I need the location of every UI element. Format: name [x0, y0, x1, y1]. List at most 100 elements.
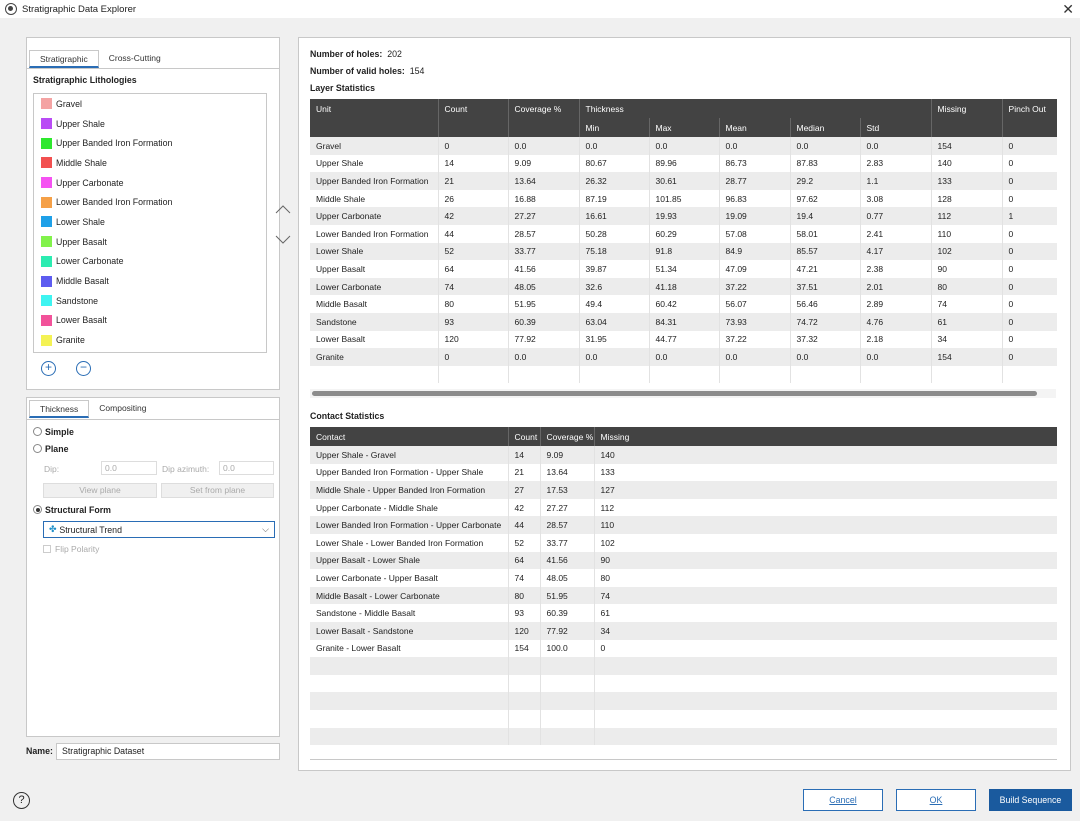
col-median[interactable]: Median [790, 118, 861, 137]
col-mean[interactable]: Mean [719, 118, 791, 137]
tab-stratigraphic[interactable]: Stratigraphic [29, 50, 99, 68]
table-row[interactable]: Upper Basalt - Lower Shale 64 41.56 90 [310, 551, 1057, 570]
plane-option[interactable]: Plane [27, 440, 68, 457]
table-row[interactable]: Sandstone - Middle Basalt 93 60.39 61 [310, 604, 1057, 622]
col-max[interactable]: Max [649, 118, 720, 137]
ok-button[interactable]: OK [896, 789, 976, 811]
col-thickness[interactable]: Thickness [579, 99, 932, 118]
tab-cross-cutting[interactable]: Cross-Cutting [99, 50, 171, 68]
structural-form-radio[interactable] [33, 505, 42, 514]
table-row[interactable]: Upper Basalt 64 41.56 39.87 51.34 47.09 47.21 2… [310, 260, 1057, 278]
table-row[interactable]: Gravel 0 0.0 0.0 0.0 0.0 0.0 0.0 154 0 [310, 137, 1057, 155]
lithology-item[interactable]: Upper Carbonate [34, 173, 266, 193]
move-down-button[interactable] [275, 235, 291, 247]
flip-polarity-checkbox[interactable] [43, 545, 51, 553]
lithology-item[interactable]: Gravel [34, 94, 266, 114]
lithology-item[interactable]: Granite [34, 330, 266, 350]
simple-option[interactable]: Simple [27, 423, 74, 440]
col-contact[interactable]: Contact [310, 427, 509, 446]
col-count[interactable]: Count [438, 99, 509, 118]
col-pinch-out[interactable]: Pinch Out [1002, 99, 1057, 118]
close-icon[interactable]: ✕ [1062, 1, 1074, 18]
table-row[interactable]: Middle Basalt - Lower Carbonate 80 51.95 74 [310, 586, 1057, 605]
lithology-item[interactable]: Sandstone [34, 291, 266, 311]
lithology-label: Lower Shale [56, 216, 105, 227]
table-cell: 0 [1002, 348, 1057, 366]
table-row[interactable] [310, 727, 1057, 746]
lithology-swatch [41, 196, 52, 208]
move-up-button[interactable] [275, 204, 291, 216]
table-row[interactable]: Lower Basalt 120 77.92 31.95 44.77 37.22 37.32… [310, 330, 1057, 349]
table-row[interactable]: Lower Carbonate 74 48.05 32.6 41.18 37.22 37.5… [310, 277, 1057, 296]
table-cell: 2.83 [860, 154, 932, 173]
lithology-list[interactable]: Gravel Upper Shale Upper Banded Iron Forma… [33, 93, 267, 353]
table-row[interactable] [310, 365, 1057, 384]
table-cell: 120 [508, 621, 541, 640]
dip-azimuth-input[interactable]: 0.0 [219, 461, 274, 475]
lithology-item[interactable]: Lower Carbonate [34, 252, 266, 272]
set-from-plane-button[interactable]: Set from plane [161, 483, 274, 498]
horizontal-scrollbar[interactable] [310, 389, 1056, 398]
table-row[interactable] [310, 674, 1057, 693]
col-count[interactable]: Count [508, 427, 541, 446]
col-unit[interactable]: Unit [310, 99, 439, 118]
table-row[interactable]: Lower Banded Iron Formation 44 28.57 50.28 6… [310, 224, 1057, 243]
table-row[interactable]: Upper Carbonate - Middle Shale 42 27.27 112 [310, 498, 1057, 517]
col-coverage[interactable]: Coverage % [508, 99, 580, 118]
remove-lithology-button[interactable]: − [76, 361, 91, 376]
table-row[interactable]: Middle Shale 26 16.88 87.19 101.85 96.83 97.62… [310, 189, 1057, 208]
name-input[interactable]: Stratigraphic Dataset [56, 742, 280, 760]
view-plane-button[interactable]: View plane [43, 483, 157, 498]
structural-form-option[interactable]: Structural Form [27, 501, 111, 518]
table-row[interactable]: Sandstone 93 60.39 63.04 84.31 73.93 74.72 4.76… [310, 312, 1057, 331]
flip-polarity-option[interactable]: Flip Polarity [43, 544, 99, 554]
simple-radio[interactable] [33, 427, 42, 436]
structural-trend-select[interactable]: ✤ Structural Trend ⌵ [43, 521, 275, 538]
lithology-item[interactable]: Lower Shale [34, 212, 266, 232]
table-row[interactable] [310, 657, 1057, 675]
table-row[interactable]: Lower Banded Iron Formation - Upper Carb… [310, 516, 1057, 534]
tab-compositing[interactable]: Compositing [89, 400, 156, 418]
cancel-button[interactable]: Cancel [803, 789, 883, 811]
table-row[interactable]: Middle Shale - Upper Banded Iron Formati… [310, 481, 1057, 499]
build-sequence-button[interactable]: Build Sequence [989, 789, 1072, 811]
table-row[interactable]: Upper Banded Iron Formation 21 13.64 26.32 3… [310, 172, 1057, 190]
table-row[interactable]: Upper Carbonate 42 27.27 16.61 19.93 19.09 19.… [310, 207, 1057, 225]
table-row[interactable]: Upper Shale 14 9.09 80.67 89.96 86.73 87.83 2.8… [310, 154, 1057, 173]
table-cell: 0.0 [649, 348, 720, 366]
table-row[interactable]: Granite - Lower Basalt 154 100.0 0 [310, 639, 1057, 658]
tab-thickness[interactable]: Thickness [29, 400, 90, 418]
plane-radio[interactable] [33, 444, 42, 453]
table-row[interactable] [310, 709, 1057, 728]
col-std[interactable]: Std [860, 118, 932, 137]
table-cell [594, 709, 1057, 728]
table-cell: 74 [594, 586, 1057, 605]
help-icon[interactable]: ? [13, 792, 30, 809]
table-row[interactable]: Lower Shale 52 33.77 75.18 91.8 84.9 85.57 4.17… [310, 242, 1057, 261]
table-row[interactable]: Granite 0 0.0 0.0 0.0 0.0 0.0 0.0 154 0 [310, 348, 1057, 366]
col-missing[interactable]: Missing [931, 99, 1003, 118]
table-row[interactable]: Lower Carbonate - Upper Basalt 74 48.05 80 [310, 569, 1057, 587]
lithology-item[interactable]: Lower Banded Iron Formation [34, 192, 266, 212]
lithology-item[interactable]: Upper Shale [34, 114, 266, 134]
table-cell: 26.32 [579, 172, 650, 190]
lithology-item[interactable]: Upper Basalt [34, 232, 266, 252]
col-missing[interactable]: Missing [594, 427, 1057, 446]
lithology-item[interactable]: Lower Basalt [34, 311, 266, 331]
add-lithology-button[interactable]: + [41, 361, 56, 376]
table-row[interactable]: Lower Shale - Lower Banded Iron Formatio… [310, 533, 1057, 552]
scrollbar-thumb[interactable] [312, 391, 1037, 396]
table-row[interactable]: Upper Banded Iron Formation - Upper Shal… [310, 463, 1057, 482]
table-row[interactable]: Middle Basalt 80 51.95 49.4 60.42 56.07 56.46 2… [310, 295, 1057, 313]
dip-input[interactable]: 0.0 [101, 461, 157, 475]
lithology-item[interactable]: Middle Basalt [34, 271, 266, 291]
table-row[interactable]: Upper Shale - Gravel 14 9.09 140 [310, 446, 1057, 464]
col-coverage[interactable]: Coverage % [540, 427, 595, 446]
table-cell: 80 [931, 277, 1003, 296]
col-min[interactable]: Min [579, 118, 650, 137]
table-row[interactable]: Lower Basalt - Sandstone 120 77.92 34 [310, 621, 1057, 640]
table-row[interactable] [310, 692, 1057, 710]
table-cell [719, 365, 791, 384]
lithology-item[interactable]: Upper Banded Iron Formation [34, 133, 266, 153]
lithology-item[interactable]: Middle Shale [34, 153, 266, 173]
